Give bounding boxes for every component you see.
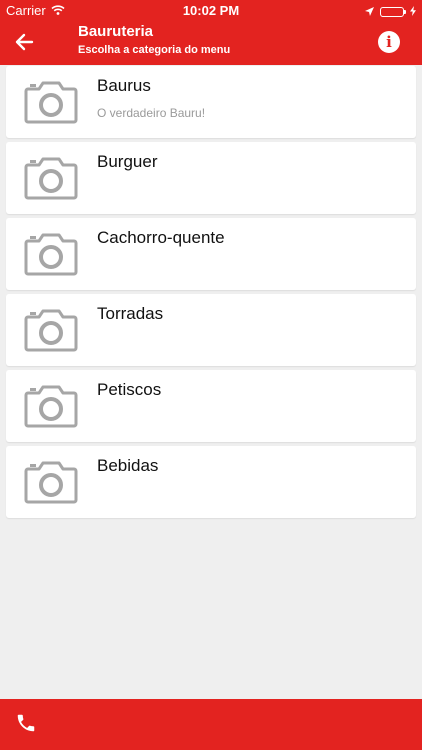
category-title: Petiscos (97, 380, 162, 399)
location-arrow-icon (365, 4, 374, 19)
page-subtitle: Escolha a categoria do menu (78, 44, 231, 56)
category-title: Torradas (97, 304, 164, 323)
app-header: Carrier 10:02 PM Bauruteria Escolha a ca… (0, 0, 422, 65)
info-button[interactable]: i (378, 31, 400, 53)
bottom-bar (0, 699, 422, 750)
arrow-left-icon (14, 33, 34, 56)
camera-placeholder-icon (24, 460, 78, 504)
battery-icon (380, 6, 406, 17)
camera-placeholder-icon (24, 384, 78, 428)
category-subtitle: O verdadeiro Bauru! (97, 106, 206, 120)
category-item-baurus[interactable]: Baurus O verdadeiro Bauru! (6, 66, 416, 138)
category-item-petiscos[interactable]: Petiscos (6, 370, 416, 442)
camera-placeholder-icon (24, 232, 78, 276)
category-title: Burguer (97, 152, 158, 171)
back-button[interactable] (8, 28, 40, 60)
phone-icon (15, 712, 37, 739)
status-bar: Carrier 10:02 PM (0, 0, 422, 22)
category-title: Bebidas (97, 456, 159, 475)
category-item-bebidas[interactable]: Bebidas (6, 446, 416, 518)
info-icon: i (386, 33, 392, 51)
camera-placeholder-icon (24, 156, 78, 200)
category-item-burguer[interactable]: Burguer (6, 142, 416, 214)
category-item-torradas[interactable]: Torradas (6, 294, 416, 366)
camera-placeholder-icon (24, 308, 78, 352)
category-title: Baurus (97, 76, 151, 95)
charging-bolt-icon (410, 4, 416, 19)
category-list: Baurus O verdadeiro Bauru! Burguer Cacho… (6, 66, 416, 522)
app-bar: Bauruteria Escolha a categoria do menu i (0, 22, 422, 65)
page-title: Bauruteria (78, 23, 154, 40)
call-button[interactable] (12, 711, 40, 739)
category-item-cachorro-quente[interactable]: Cachorro-quente (6, 218, 416, 290)
camera-placeholder-icon (24, 80, 78, 124)
status-time: 10:02 PM (182, 3, 240, 18)
category-title: Cachorro-quente (97, 228, 225, 247)
status-right (365, 4, 416, 19)
